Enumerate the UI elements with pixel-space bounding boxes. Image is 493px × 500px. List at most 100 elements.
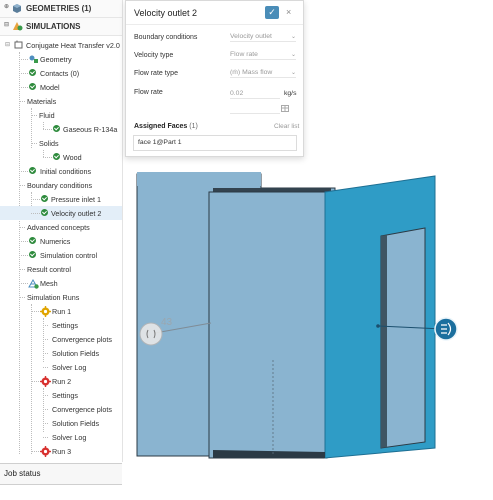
model-front-face-right[interactable]: [208, 191, 328, 459]
tree-item-label: Numerics: [40, 237, 71, 246]
chevron-down-icon: ⌄: [290, 70, 296, 76]
flow-rate-label: Flow rate: [134, 89, 163, 96]
tree-item-model[interactable]: Model: [0, 80, 122, 94]
expand-toggle-icon[interactable]: ⊕: [4, 3, 9, 10]
input-value: 0.02: [230, 90, 244, 97]
tree-item-label: Geometry: [40, 55, 72, 64]
tree-item-label: Wood: [63, 153, 82, 162]
dimension-value-label: 43: [161, 317, 173, 328]
tree-item-solids[interactable]: Solids: [0, 136, 122, 150]
tree-item-run2-convergence-plots[interactable]: Convergence plots: [0, 402, 122, 416]
dialog-title: Velocity outlet 2: [134, 8, 198, 18]
tree-item-wood[interactable]: Wood: [0, 150, 122, 164]
boundary-conditions-label: Boundary conditions: [134, 34, 198, 41]
check-circle-icon: [29, 69, 36, 76]
geometries-section-header[interactable]: ⊕ GEOMETRIES (1): [0, 0, 122, 18]
collapse-toggle-icon[interactable]: ⊟: [5, 41, 10, 48]
flow-rate-type-label: Flow rate type: [134, 70, 178, 77]
dialog-divider: [126, 24, 303, 25]
job-status-label: Job status: [4, 469, 41, 478]
tree-item-geometry[interactable]: Geometry: [0, 52, 122, 66]
tree-item-label: Gaseous R-134a: [63, 125, 118, 134]
tree-item-run1-convergence-plots[interactable]: Convergence plots: [0, 332, 122, 346]
3d-viewport[interactable]: 43: [125, 160, 493, 460]
outlet-face-cutout: [380, 227, 426, 449]
simulations-header-label: SIMULATIONS: [26, 22, 81, 31]
tree-item-label: Settings: [52, 321, 78, 330]
tree-item-velocity-outlet-2[interactable]: Velocity outlet 2: [0, 206, 122, 220]
tree-item-contacts[interactable]: Contacts (0): [0, 66, 122, 80]
tree-item-label: Solids: [39, 139, 59, 148]
gear-failed-icon: [40, 446, 51, 457]
simulations-section-header[interactable]: ⊟ SIMULATIONS: [0, 18, 122, 36]
check-circle-icon: [29, 83, 36, 90]
flow-rate-input[interactable]: 0.02: [230, 90, 280, 99]
tree-item-run-2[interactable]: Run 2: [0, 374, 122, 388]
tree-item-run1-settings[interactable]: Settings: [0, 318, 122, 332]
simulation-icon: [13, 22, 23, 31]
geometry-shapes-icon: [29, 55, 38, 63]
assigned-faces-list[interactable]: face 1@Part 1: [133, 135, 297, 151]
tree-item-label: Run 1: [52, 307, 72, 316]
tree-item-label: Model: [40, 83, 60, 92]
tree-item-fluid[interactable]: Fluid: [0, 108, 122, 122]
tree-item-boundary-conditions[interactable]: Boundary conditions: [0, 178, 122, 192]
flow-rate-table-field[interactable]: [230, 103, 280, 114]
job-status-bar[interactable]: Job status: [0, 463, 122, 485]
check-circle-icon: [41, 195, 48, 202]
dimension-marker-icon[interactable]: [139, 322, 163, 346]
tree-item-label: Conjugate Heat Transfer v2.0: [26, 41, 120, 50]
collapse-toggle-icon[interactable]: ⊟: [4, 21, 9, 28]
tree-item-simulation-runs[interactable]: Simulation Runs: [0, 290, 122, 304]
tree-item-run2-solution-fields[interactable]: Solution Fields: [0, 416, 122, 430]
tree-item-label: Solution Fields: [52, 349, 100, 358]
tree-item-gaseous-r134a[interactable]: Gaseous R-134a: [0, 122, 122, 136]
tree-item-run-1[interactable]: Run 1: [0, 304, 122, 318]
tree-item-label: Solution Fields: [52, 419, 100, 428]
velocity-type-select[interactable]: Flow rate ⌄: [230, 51, 296, 60]
tree-item-materials[interactable]: Materials: [0, 94, 122, 108]
chevron-down-icon: ⌄: [290, 34, 296, 40]
tree-item-advanced-concepts[interactable]: Advanced concepts: [0, 220, 122, 234]
tree-item-label: Run 2: [52, 377, 72, 386]
close-button[interactable]: ×: [286, 7, 291, 17]
table-icon[interactable]: [281, 105, 289, 112]
tree-item-pressure-inlet-1[interactable]: Pressure inlet 1: [0, 192, 122, 206]
tree-item-label: Fluid: [39, 111, 55, 120]
tree-item-label: Mesh: [40, 279, 58, 288]
tree-item-result-control[interactable]: Result control: [0, 262, 122, 276]
tree-item-run1-solver-log[interactable]: Solver Log: [0, 360, 122, 374]
select-value: Flow rate: [230, 51, 258, 58]
geometry-cube-icon: [13, 4, 21, 13]
face-list-item[interactable]: face 1@Part 1: [138, 139, 182, 146]
chevron-down-icon: ⌄: [290, 52, 296, 58]
tree-item-run-3[interactable]: Run 3: [0, 444, 122, 458]
gear-failed-icon: [40, 376, 51, 387]
tree-item-run1-solution-fields[interactable]: Solution Fields: [0, 346, 122, 360]
tree-item-simulation-control[interactable]: Simulation control: [0, 248, 122, 262]
tree-item-project[interactable]: ⊟ Conjugate Heat Transfer v2.0: [0, 38, 122, 52]
tree-item-numerics[interactable]: Numerics: [0, 234, 122, 248]
tree-item-run2-solver-log[interactable]: Solver Log: [0, 430, 122, 444]
tree-item-mesh[interactable]: Mesh: [0, 276, 122, 290]
check-circle-icon: [53, 125, 60, 132]
tree-item-label: Simulation Runs: [27, 293, 80, 302]
check-circle-icon: [53, 153, 60, 160]
gear-running-icon: [40, 306, 51, 317]
assigned-faces-count: (1): [189, 123, 198, 130]
tree-item-initial-conditions[interactable]: Initial conditions: [0, 164, 122, 178]
tree-item-label: Run 3: [52, 447, 72, 456]
tree-item-label: Settings: [52, 391, 78, 400]
tree-item-label: Convergence plots: [52, 405, 112, 414]
select-value: (ṁ) Mass flow: [230, 69, 273, 76]
confirm-button[interactable]: ✓: [265, 6, 279, 19]
check-circle-icon: [29, 167, 36, 174]
velocity-type-label: Velocity type: [134, 52, 174, 59]
flow-rate-type-select[interactable]: (ṁ) Mass flow ⌄: [230, 69, 296, 78]
boundary-conditions-select[interactable]: Velocity outlet ⌄: [230, 33, 296, 42]
flow-rate-unit: kg/s: [284, 90, 297, 97]
clear-list-link[interactable]: Clear list: [274, 123, 299, 130]
mesh-icon: [28, 278, 39, 289]
tree-item-run2-settings[interactable]: Settings: [0, 388, 122, 402]
tree-item-label: Pressure inlet 1: [51, 195, 101, 204]
